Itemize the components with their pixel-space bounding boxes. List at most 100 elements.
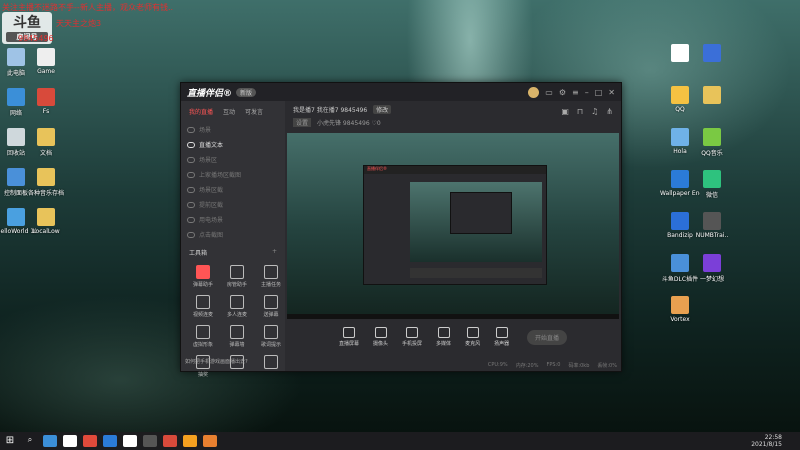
source-control-button[interactable]: 麦克风	[465, 327, 480, 347]
app-icon	[703, 86, 721, 104]
tool-icon	[264, 295, 278, 309]
eye-icon[interactable]	[187, 156, 195, 163]
desktop-icon[interactable]: 各种音乐存档	[26, 168, 66, 197]
eye-icon[interactable]	[187, 171, 195, 178]
search-icon[interactable]: ⌕	[23, 435, 37, 447]
eye-icon[interactable]	[187, 186, 195, 193]
desktop-icon[interactable]: LocalLow	[26, 208, 66, 235]
bell-icon[interactable]: ♫	[591, 107, 598, 116]
toolbox-more-button[interactable]: +	[272, 248, 277, 257]
source-control-button[interactable]: 扬声器	[494, 327, 509, 347]
version-badge[interactable]: 新版	[236, 87, 257, 97]
tab-speak[interactable]: 可发言	[245, 107, 263, 116]
taskbar-app-icon[interactable]	[203, 435, 217, 447]
shop-icon[interactable]: ▣	[561, 107, 569, 116]
desktop-icon[interactable]: Fs	[26, 88, 66, 115]
tool-icon	[230, 295, 244, 309]
lock-icon[interactable]: ⊓	[577, 107, 583, 116]
close-icon[interactable]: ✕	[608, 88, 615, 97]
taskbar-app-icon[interactable]	[163, 435, 177, 447]
scene-label: 场景	[199, 127, 212, 134]
desktop-icon[interactable]: 微信	[692, 170, 732, 199]
eye-icon[interactable]	[187, 141, 195, 148]
menu-icon[interactable]: ≡	[572, 88, 579, 97]
source-control-button[interactable]: 多媒体	[436, 327, 451, 347]
scene-item[interactable]: 场景区	[181, 152, 285, 167]
start-icon[interactable]: ⊞	[3, 435, 17, 447]
taskbar-clock[interactable]: 22:58 2021/8/15	[751, 434, 782, 448]
scene-item[interactable]: 上家播场区截图	[181, 167, 285, 182]
tool-button[interactable]: 虚拟形象	[187, 321, 219, 348]
tab-my-live[interactable]: 我的直播	[189, 107, 213, 116]
settings-icon[interactable]: ⚙	[559, 88, 566, 97]
tool-button[interactable]: 弹幕墙	[221, 321, 253, 348]
source-control-button[interactable]: 摄像头	[373, 327, 388, 347]
scene-item[interactable]: 场景区截	[181, 182, 285, 197]
preview-taskbar	[287, 314, 619, 319]
tool-button[interactable]: 多人连麦	[221, 291, 253, 318]
source-control-button[interactable]: 直播屏幕	[339, 327, 359, 347]
skin-icon[interactable]: ▭	[545, 88, 553, 97]
desktop-icon[interactable]: 文档	[26, 128, 66, 157]
tool-button[interactable]: 弹幕助手	[187, 261, 219, 288]
taskbar-app-icon[interactable]	[143, 435, 157, 447]
scene-list: 场景直播文本场景区 上家播场区截图场景区截提前区截 用电场景 点击截图	[181, 122, 285, 242]
stream-preview[interactable]: 直播伴侣®	[287, 133, 619, 319]
taskbar-app-icon[interactable]	[103, 435, 117, 447]
maximize-icon[interactable]: □	[595, 88, 603, 97]
room-toolbar: ▣ ⊓ ♫ ⋔	[561, 107, 613, 116]
app-icon	[703, 170, 721, 188]
status-item: 码率:0kb	[568, 363, 590, 369]
app-icon	[7, 128, 25, 146]
room-settings-tag[interactable]: 设置	[293, 118, 312, 127]
desktop-icon[interactable]	[692, 86, 732, 106]
nested-preview-window: 直播伴侣®	[363, 165, 547, 285]
tool-label: 弹幕助手	[192, 282, 213, 288]
tab-interact[interactable]: 互动	[223, 107, 235, 116]
tool-button[interactable]: 房管助手	[221, 261, 253, 288]
scene-item[interactable]: 用电场景	[181, 212, 285, 227]
control-label: 多媒体	[436, 341, 452, 347]
tool-button[interactable]: 主播任务	[255, 261, 287, 288]
taskbar-app-icon[interactable]	[83, 435, 97, 447]
app-icon	[671, 296, 689, 314]
scene-item[interactable]: 提前区截	[181, 197, 285, 212]
taskbar-app-icon[interactable]	[43, 435, 57, 447]
app-icon	[7, 208, 25, 226]
desktop-icon-label: QQ音乐	[701, 150, 723, 157]
taskbar-app-icon[interactable]	[183, 435, 197, 447]
taskbar-app-icon[interactable]	[123, 435, 137, 447]
avatar[interactable]	[528, 86, 540, 98]
room-edit-button[interactable]: 修改	[373, 105, 392, 114]
room-subinfo: 设置 小虎先锋 9845496 ♡0	[285, 118, 621, 127]
sidebar-tabs: 我的直播 互动 可发言	[181, 101, 285, 122]
scene-item[interactable]: 点击截图	[181, 227, 285, 242]
tool-button[interactable]: 送弹幕	[255, 291, 287, 318]
share-icon[interactable]: ⋔	[606, 107, 613, 116]
help-tip[interactable]: 如何把手机游戏画面播出去?	[185, 358, 281, 365]
desktop-icon[interactable]: Vortex	[660, 296, 700, 323]
scene-item[interactable]: 直播文本	[181, 137, 285, 152]
app-icon	[7, 168, 25, 186]
eye-icon[interactable]	[187, 231, 195, 238]
scene-item[interactable]: 场景	[181, 122, 285, 137]
source-control-button[interactable]: 手机投屏	[402, 327, 422, 347]
eye-icon[interactable]	[187, 201, 195, 208]
eye-icon[interactable]	[187, 216, 195, 223]
tool-button[interactable]: 视频连麦	[187, 291, 219, 318]
desktop-icon[interactable]	[692, 44, 732, 64]
desktop-icon[interactable]: NUMBTrai..	[692, 212, 732, 239]
desktop-icon[interactable]: QQ音乐	[692, 128, 732, 157]
desktop-icon[interactable]: 一梦幻想	[692, 254, 732, 283]
app-icon	[37, 208, 55, 226]
taskbar-app-icon[interactable]	[63, 435, 77, 447]
desktop-icon-label: NUMBTrai..	[695, 232, 729, 239]
minimize-icon[interactable]: –	[585, 88, 589, 97]
control-icon	[374, 327, 387, 338]
desktop-icon[interactable]: Game	[26, 48, 66, 75]
scene-label: 场景区截	[199, 187, 224, 194]
tool-button[interactable]: 歌词提示	[255, 321, 287, 348]
scene-label: 直播文本	[199, 142, 224, 149]
eye-icon[interactable]	[187, 126, 195, 133]
go-live-button[interactable]: 开始直播	[526, 329, 567, 345]
